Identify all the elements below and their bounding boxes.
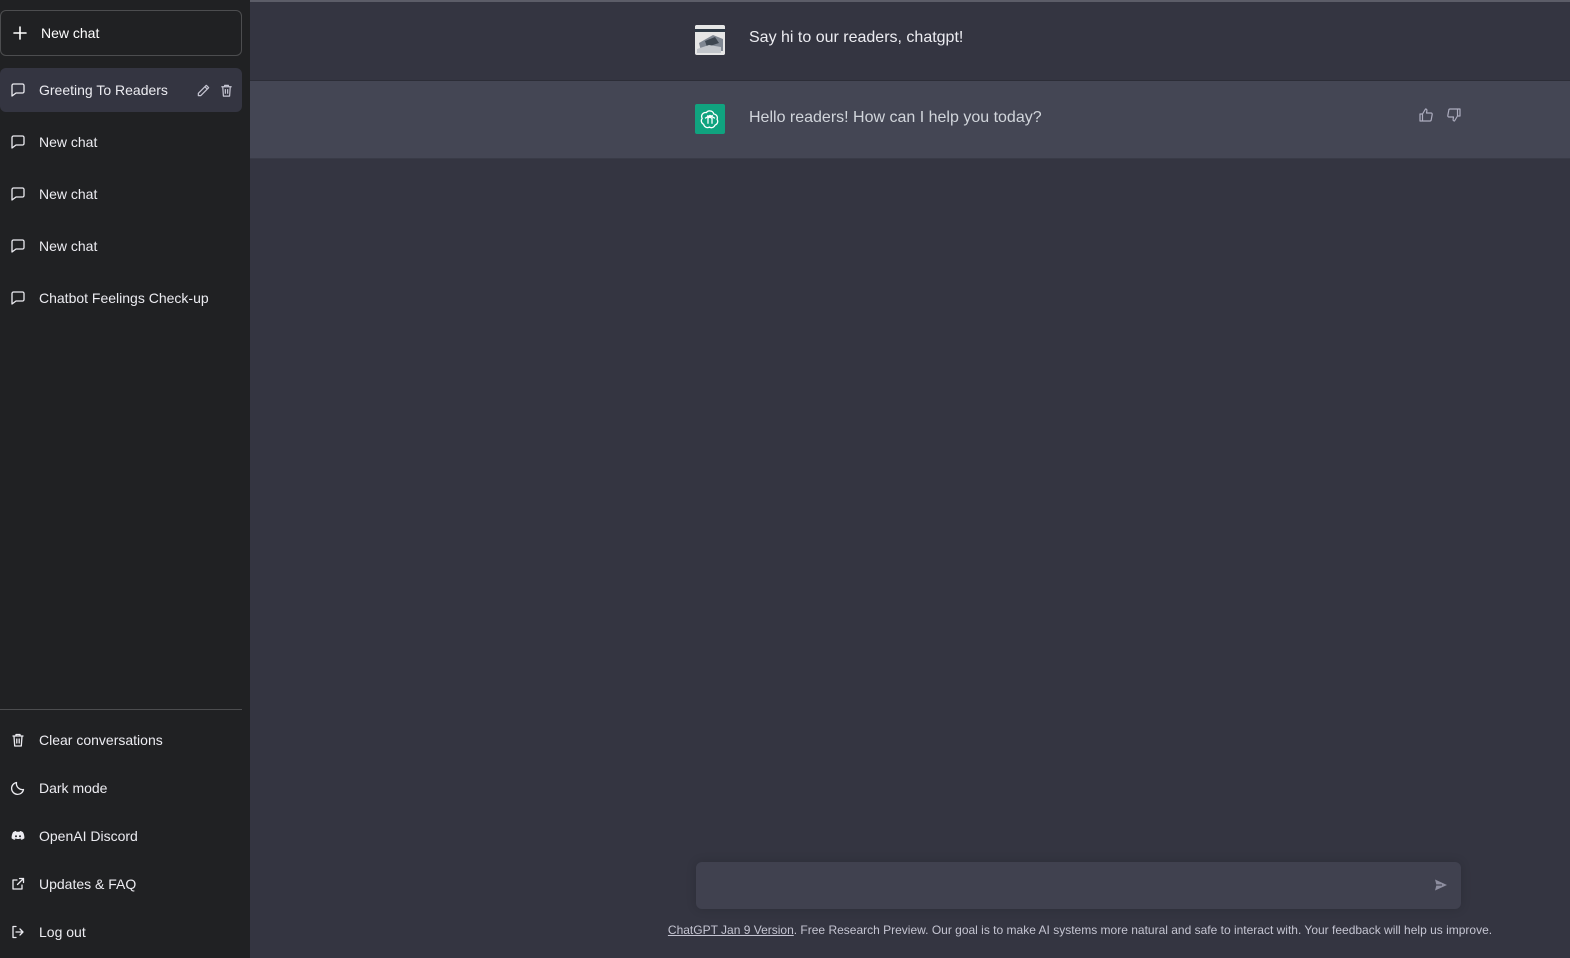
history-item-chatbot-feelings[interactable]: Chatbot Feelings Check-up (0, 276, 242, 320)
user-avatar (695, 25, 725, 55)
external-link-icon (10, 876, 26, 892)
new-chat-label: New chat (41, 25, 100, 41)
sidebar: New chat Greeting To Readers New chat Ne… (0, 0, 250, 958)
history-item-greeting-to-readers[interactable]: Greeting To Readers (0, 68, 242, 112)
send-icon[interactable] (1433, 877, 1449, 893)
feedback-buttons (1418, 107, 1462, 123)
assistant-message-row: Hello readers! How can I help you today? (250, 81, 1570, 159)
updates-faq-label: Updates & FAQ (39, 876, 137, 892)
logout-icon (10, 924, 26, 940)
openai-discord-label: OpenAI Discord (39, 828, 138, 844)
assistant-message-text: Hello readers! How can I help you today? (749, 109, 1042, 126)
history-item-actions (196, 68, 234, 112)
sidebar-bottom-menu: Clear conversations Dark mode OpenAI Dis… (0, 709, 242, 958)
history-item-label: Greeting To Readers (39, 82, 168, 98)
history-item-label: New chat (39, 186, 98, 202)
openai-discord-link[interactable]: OpenAI Discord (0, 812, 242, 860)
new-chat-button[interactable]: New chat (0, 10, 242, 56)
plus-icon (13, 26, 27, 40)
chatgpt-logo-icon (695, 104, 725, 134)
history-item-label: Chatbot Feelings Check-up (39, 290, 209, 306)
history-item-label: New chat (39, 238, 98, 254)
chat-bubble-icon (10, 238, 26, 254)
log-out-label: Log out (39, 924, 86, 940)
clear-conversations-button[interactable]: Clear conversations (0, 716, 242, 764)
chat-main: Say hi to our readers, chatgpt! Hello re… (250, 0, 1570, 958)
footer-text: . Free Research Preview. Our goal is to … (793, 923, 1493, 937)
user-message-text: Say hi to our readers, chatgpt! (749, 29, 964, 46)
dark-mode-button[interactable]: Dark mode (0, 764, 242, 812)
version-link[interactable]: ChatGPT Jan 9 Version (668, 923, 794, 937)
clear-conversations-label: Clear conversations (39, 732, 163, 748)
footer-disclaimer: ChatGPT Jan 9 Version. Free Research Pre… (250, 923, 1570, 937)
history-item-new-chat-3[interactable]: New chat (0, 224, 242, 268)
user-message-row: Say hi to our readers, chatgpt! (250, 2, 1570, 81)
thumbs-down-icon[interactable] (1446, 107, 1462, 123)
history-item-label: New chat (39, 134, 98, 150)
chat-bubble-icon (10, 82, 26, 98)
updates-faq-link[interactable]: Updates & FAQ (0, 860, 242, 908)
history-item-new-chat-2[interactable]: New chat (0, 172, 242, 216)
chat-history-list: Greeting To Readers New chat New chat Ne… (0, 68, 242, 328)
chat-bubble-icon (10, 186, 26, 202)
moon-icon (10, 780, 26, 796)
log-out-button[interactable]: Log out (0, 908, 242, 956)
message-composer (696, 862, 1461, 909)
edit-icon[interactable] (196, 83, 211, 98)
chat-bubble-icon (10, 134, 26, 150)
thumbs-up-icon[interactable] (1418, 107, 1434, 123)
trash-icon[interactable] (219, 83, 234, 98)
dark-mode-label: Dark mode (39, 780, 108, 796)
message-input[interactable] (710, 874, 1410, 898)
trash-icon (10, 732, 26, 748)
chat-bubble-icon (10, 290, 26, 306)
discord-icon (10, 828, 26, 844)
history-item-new-chat-1[interactable]: New chat (0, 120, 242, 164)
